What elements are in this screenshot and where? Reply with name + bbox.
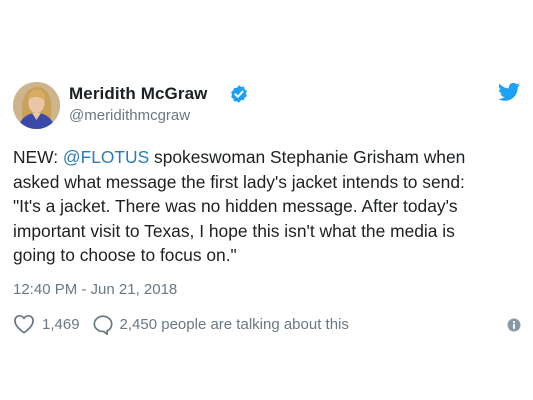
tweet-text-line: important visit to Texas, I hope this is… — [13, 220, 455, 241]
tweet-text-prefix: NEW: — [13, 147, 63, 167]
author-handle[interactable]: @meridithmcgraw — [69, 107, 190, 124]
tweet-timestamp[interactable]: 12:40 PM - Jun 21, 2018 — [13, 281, 177, 298]
tweet-text-line: asked what message the first lady's jack… — [13, 171, 465, 192]
speech-bubble-icon — [93, 314, 113, 335]
tweet-text-suffix: spokeswoman Stephanie Grisham when — [149, 147, 466, 167]
embedded-tweet: Meridith McGraw @meridithmcgraw NEW: @FL… — [0, 0, 533, 400]
avatar[interactable] — [13, 82, 60, 129]
author-display-name[interactable]: Meridith McGraw — [69, 84, 207, 104]
verified-badge-icon — [231, 85, 247, 103]
like-count: 1,469 — [42, 315, 80, 333]
heart-icon — [14, 314, 34, 334]
twitter-bird-icon[interactable] — [498, 82, 520, 102]
conversation-count: 2,450 people are talking about this — [119, 315, 349, 333]
tweet-text-line: "It's a jacket. There was no hidden mess… — [13, 196, 458, 216]
tweet-text-line: NEW: @FLOTUS spokeswoman Stephanie Grish… — [13, 145, 523, 170]
tweet-actions: 1,469 2,450 people are talking about thi… — [13, 313, 349, 335]
tweet-text: NEW: @FLOTUS spokeswoman Stephanie Grish… — [13, 145, 523, 268]
like-button[interactable]: 1,469 — [13, 314, 80, 334]
info-icon[interactable] — [507, 318, 521, 332]
mention-link[interactable]: @FLOTUS — [63, 147, 149, 167]
tweet-text-line: going to choose to focus on." — [13, 245, 237, 265]
conversation-button[interactable]: 2,450 people are talking about this — [92, 314, 349, 335]
